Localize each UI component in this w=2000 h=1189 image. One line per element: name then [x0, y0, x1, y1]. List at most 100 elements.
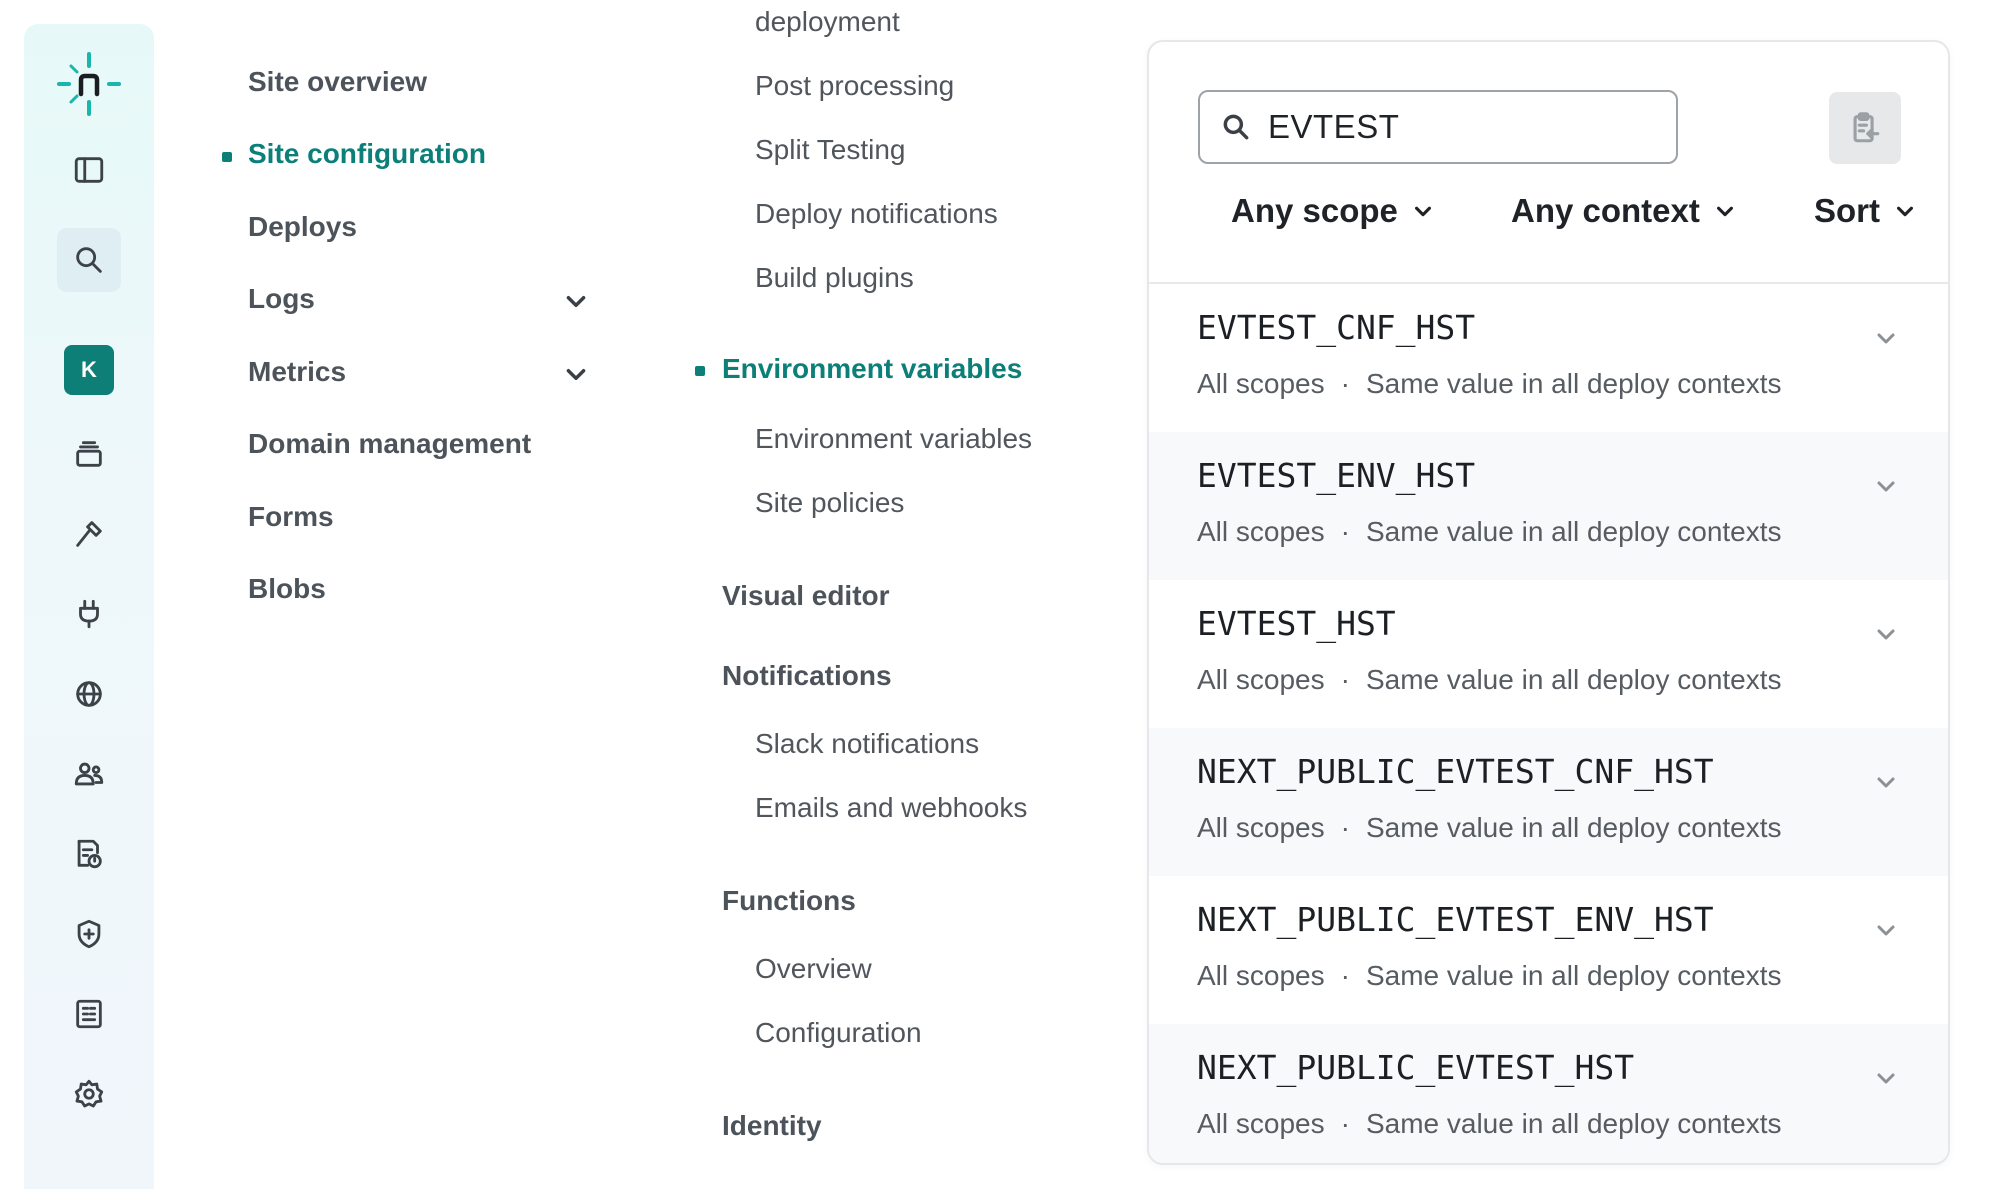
variable-name: EVTEST_CNF_HST	[1197, 308, 1476, 347]
variable-name: EVTEST_HST	[1197, 604, 1396, 643]
search-icon	[1223, 114, 1249, 140]
netlify-logo-icon[interactable]	[55, 50, 123, 118]
nav-logs[interactable]: Logs	[248, 283, 315, 315]
variable-contexts: Same value in all deploy contexts	[1365, 516, 1782, 547]
export-button[interactable]	[1829, 92, 1901, 164]
variable-scope: All scopes	[1197, 812, 1325, 843]
scope-filter-label: Any scope	[1231, 192, 1398, 229]
variable-row[interactable]: EVTEST_CNF_HST All scopes · Same value in …	[1149, 284, 1948, 432]
variable-contexts: Same value in all deploy contexts	[1365, 664, 1782, 695]
scope-filter-dropdown[interactable]: Any scope	[1231, 192, 1434, 230]
variable-meta: All scopes · Same value in all deploy cont…	[1197, 812, 1782, 844]
nav-domain-management[interactable]: Domain management	[248, 428, 531, 460]
variable-contexts: Same value in all deploy contexts	[1365, 812, 1782, 843]
expand-chevron-icon[interactable]	[1874, 622, 1898, 646]
subnav-build-plugins[interactable]: Build plugins	[755, 262, 914, 294]
avatar[interactable]: K	[64, 345, 114, 395]
search-input[interactable]: EVTEST	[1198, 90, 1678, 164]
meta-separator: ·	[1340, 1108, 1350, 1139]
nav-deploys[interactable]: Deploys	[248, 211, 357, 243]
subnav-functions-configuration[interactable]: Configuration	[755, 1017, 922, 1049]
hammer-icon[interactable]	[57, 502, 121, 566]
variable-row[interactable]: NEXT_PUBLIC_EVTEST_CNF_HST All scopes · Sa…	[1149, 728, 1948, 876]
variable-name: NEXT_PUBLIC_EVTEST_CNF_HST	[1197, 752, 1714, 791]
plug-icon[interactable]	[57, 582, 121, 646]
expand-chevron-icon[interactable]	[1874, 326, 1898, 350]
subnav-post-processing[interactable]: Post processing	[755, 70, 954, 102]
subnav-environment-variables-section[interactable]: Environment variables	[722, 353, 1022, 385]
variable-scope: All scopes	[1197, 960, 1325, 991]
nav-blobs[interactable]: Blobs	[248, 573, 326, 605]
subnav-identity[interactable]: Identity	[722, 1110, 822, 1142]
chevron-down-icon	[1716, 206, 1733, 217]
subnav-environment-variables[interactable]: Environment variables	[755, 423, 1032, 455]
variable-contexts: Same value in all deploy contexts	[1365, 368, 1782, 399]
active-indicator	[222, 152, 232, 162]
search-icon[interactable]	[57, 228, 121, 292]
subnav-functions-overview[interactable]: Overview	[755, 953, 872, 985]
context-filter-label: Any context	[1511, 192, 1700, 229]
subnav-functions[interactable]: Functions	[722, 885, 856, 917]
variable-row[interactable]: NEXT_PUBLIC_EVTEST_ENV_HST All scopes · Sa…	[1149, 876, 1948, 1024]
context-filter-dropdown[interactable]: Any context	[1511, 192, 1736, 230]
clipboard-export-icon	[1853, 112, 1880, 143]
sort-dropdown[interactable]: Sort	[1814, 192, 1916, 230]
sort-label: Sort	[1814, 192, 1880, 229]
logs-chevron-down-icon[interactable]	[563, 288, 589, 314]
search-value: EVTEST	[1268, 108, 1400, 145]
team-icon[interactable]	[57, 742, 121, 806]
shield-icon[interactable]	[57, 902, 121, 966]
subnav-deployment[interactable]: deployment	[755, 6, 900, 38]
expand-chevron-icon[interactable]	[1874, 1066, 1898, 1090]
nav-metrics[interactable]: Metrics	[248, 356, 346, 388]
subnav-deploy-notifications[interactable]: Deploy notifications	[755, 198, 998, 230]
variable-scope: All scopes	[1197, 368, 1325, 399]
meta-separator: ·	[1340, 664, 1350, 695]
variable-meta: All scopes · Same value in all deploy cont…	[1197, 664, 1782, 696]
nav-site-overview[interactable]: Site overview	[248, 66, 427, 98]
billing-icon[interactable]	[57, 982, 121, 1046]
variable-contexts: Same value in all deploy contexts	[1365, 1108, 1782, 1139]
expand-chevron-icon[interactable]	[1874, 918, 1898, 942]
variable-row[interactable]: NEXT_PUBLIC_EVTEST_HST All scopes · Same v…	[1149, 1024, 1948, 1163]
active-subsection-indicator	[695, 366, 705, 376]
variable-name: EVTEST_ENV_HST	[1197, 456, 1476, 495]
subnav-emails-webhooks[interactable]: Emails and webhooks	[755, 792, 1027, 824]
variable-name: NEXT_PUBLIC_EVTEST_ENV_HST	[1197, 900, 1714, 939]
subnav-visual-editor[interactable]: Visual editor	[722, 580, 890, 612]
variable-name: NEXT_PUBLIC_EVTEST_HST	[1197, 1048, 1635, 1087]
meta-separator: ·	[1340, 368, 1350, 399]
metrics-chevron-down-icon[interactable]	[563, 361, 589, 387]
variable-scope: All scopes	[1197, 664, 1325, 695]
subnav-split-testing[interactable]: Split Testing	[755, 134, 905, 166]
layers-icon[interactable]	[57, 422, 121, 486]
icon-rail: K	[24, 24, 154, 1189]
variable-meta: All scopes · Same value in all deploy cont…	[1197, 960, 1782, 992]
chevron-down-icon	[1414, 206, 1431, 217]
variable-meta: All scopes · Same value in all deploy cont…	[1197, 516, 1782, 548]
subnav-notifications[interactable]: Notifications	[722, 660, 892, 692]
gear-icon[interactable]	[57, 1062, 121, 1126]
variable-meta: All scopes · Same value in all deploy cont…	[1197, 368, 1782, 400]
expand-chevron-icon[interactable]	[1874, 770, 1898, 794]
variable-row[interactable]: EVTEST_ENV_HST All scopes · Same value in …	[1149, 432, 1948, 580]
nav-site-configuration[interactable]: Site configuration	[248, 138, 486, 170]
sidebar-toggle-icon[interactable]	[57, 138, 121, 202]
globe-icon[interactable]	[57, 662, 121, 726]
variable-contexts: Same value in all deploy contexts	[1365, 960, 1782, 991]
meta-separator: ·	[1340, 812, 1350, 843]
subnav-slack-notifications[interactable]: Slack notifications	[755, 728, 979, 760]
expand-chevron-icon[interactable]	[1874, 474, 1898, 498]
variable-scope: All scopes	[1197, 516, 1325, 547]
variable-meta: All scopes · Same value in all deploy cont…	[1197, 1108, 1782, 1140]
subnav-site-policies[interactable]: Site policies	[755, 487, 904, 519]
usage-icon[interactable]	[57, 822, 121, 886]
variable-row[interactable]: EVTEST_HST All scopes · Same value in all …	[1149, 580, 1948, 728]
variable-scope: All scopes	[1197, 1108, 1325, 1139]
nav-forms[interactable]: Forms	[248, 501, 334, 533]
meta-separator: ·	[1340, 960, 1350, 991]
meta-separator: ·	[1340, 516, 1350, 547]
environment-variables-panel: EVTEST Any scope Any context Sort EVTEST…	[1147, 40, 1950, 1165]
chevron-down-icon	[1897, 206, 1913, 217]
avatar-initial: K	[81, 357, 97, 382]
